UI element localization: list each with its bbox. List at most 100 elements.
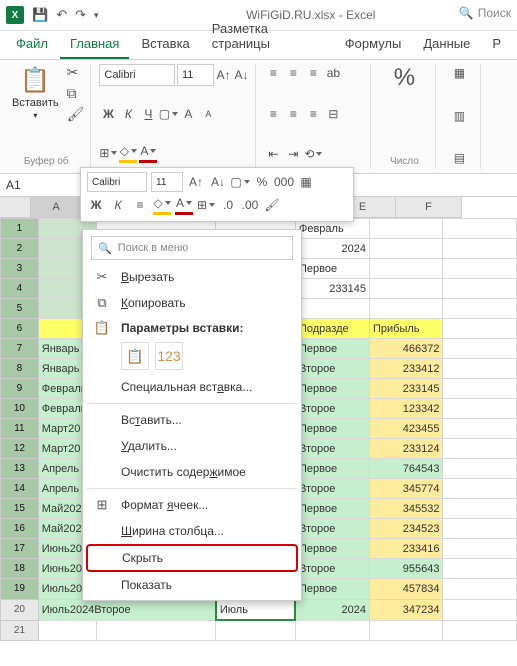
underline-button[interactable]: Ч	[139, 105, 157, 123]
cell[interactable]: Первое	[295, 499, 369, 519]
copy-icon[interactable]: ⧉	[67, 85, 85, 102]
mini-percent-icon[interactable]: %	[253, 173, 271, 191]
font-size-select[interactable]: 11	[177, 64, 214, 86]
decrease-font-icon[interactable]: A↓	[233, 66, 249, 84]
indent-dec-icon[interactable]: ⇤	[264, 145, 282, 163]
cell[interactable]: Первое	[295, 539, 369, 559]
cell[interactable]	[443, 539, 517, 559]
cell[interactable]: Второе	[295, 399, 369, 419]
select-all-corner[interactable]	[0, 197, 31, 218]
cell[interactable]: 233412	[369, 359, 442, 379]
cell[interactable]	[443, 459, 517, 479]
cell[interactable]	[443, 339, 517, 359]
mini-font-size[interactable]: 11	[151, 172, 183, 192]
italic-button[interactable]: К	[119, 105, 137, 123]
mini-border[interactable]: ⊞	[197, 196, 215, 214]
cell[interactable]: 423455	[369, 419, 442, 439]
mini-dec-decimal[interactable]: .0	[219, 196, 237, 214]
cell[interactable]: 955643	[369, 559, 442, 579]
cell[interactable]: 233145	[369, 379, 442, 399]
align-right-icon[interactable]: ≡	[304, 105, 322, 123]
mini-fill-color[interactable]: ◇	[153, 194, 171, 215]
align-left-icon[interactable]: ≡	[264, 105, 282, 123]
row-header[interactable]: 14	[1, 479, 39, 499]
row-header[interactable]: 2	[1, 239, 39, 259]
format-painter-icon[interactable]: 🖌	[67, 106, 85, 123]
paste-button[interactable]: 📋 Вставить ▾	[8, 64, 63, 123]
namebox[interactable]: A1	[0, 176, 83, 194]
mini-font-name[interactable]: Calibri	[87, 172, 147, 192]
cell[interactable]: Первое	[295, 339, 369, 359]
cell[interactable]: Первое	[295, 579, 369, 600]
mini-font-color[interactable]: A	[175, 194, 193, 215]
ctx-hide[interactable]: Скрыть	[86, 544, 298, 572]
row-header[interactable]: 13	[1, 459, 39, 479]
ctx-column-width[interactable]: Ширина столбца...	[83, 518, 301, 544]
align-top-icon[interactable]: ≡	[264, 64, 282, 82]
cell[interactable]: Второе	[295, 439, 369, 459]
cell[interactable]: Первое	[295, 459, 369, 479]
menu-formulas[interactable]: Формулы	[335, 30, 412, 59]
cell[interactable]: 123342	[369, 399, 442, 419]
cell-style-icon[interactable]: ▤	[450, 149, 468, 167]
cell[interactable]: Первое	[295, 419, 369, 439]
cell[interactable]: 457834	[369, 579, 442, 600]
cut-icon[interactable]: ✂	[67, 64, 85, 81]
row-header[interactable]: 3	[1, 259, 39, 279]
table-style-icon[interactable]: ▥	[450, 107, 468, 125]
row-header[interactable]: 8	[1, 359, 39, 379]
qat-dropdown[interactable]: ▾	[94, 10, 99, 21]
row-header[interactable]: 10	[1, 399, 39, 419]
font-name-select[interactable]: Calibri	[99, 64, 175, 86]
menu-home[interactable]: Главная	[60, 30, 129, 59]
cell[interactable]: Второе	[295, 519, 369, 539]
align-middle-icon[interactable]: ≡	[284, 64, 302, 82]
fill-color-button[interactable]: ◇	[119, 142, 137, 163]
menu-file[interactable]: Файл	[6, 30, 58, 59]
row-header[interactable]: 11	[1, 419, 39, 439]
cell[interactable]	[443, 399, 517, 419]
row-header[interactable]: 21	[1, 620, 39, 641]
mini-cond-icon[interactable]: ▦	[297, 173, 315, 191]
row-header[interactable]: 20	[1, 599, 39, 620]
ctx-paste-special[interactable]: Специальная вставка...	[83, 374, 301, 400]
mini-painter-icon[interactable]: 🖌	[263, 196, 281, 214]
row-header[interactable]: 9	[1, 379, 39, 399]
cell[interactable]	[443, 419, 517, 439]
indent-inc-icon[interactable]: ⇥	[284, 145, 302, 163]
save-icon[interactable]: 💾	[32, 7, 48, 23]
cell[interactable]	[443, 359, 517, 379]
cell[interactable]: 233124	[369, 439, 442, 459]
cell[interactable]	[443, 439, 517, 459]
ctx-delete[interactable]: Удалить...	[83, 433, 301, 459]
cell[interactable]: Первое	[295, 379, 369, 399]
ctx-clear[interactable]: Очистить содержимое	[83, 459, 301, 485]
cell[interactable]: 234523	[369, 519, 442, 539]
cell[interactable]: 764543	[369, 459, 442, 479]
row-header[interactable]: 7	[1, 339, 39, 359]
bold-button[interactable]: Ж	[99, 105, 117, 123]
redo-icon[interactable]: ↷	[75, 7, 86, 23]
border-button[interactable]: ▢	[159, 105, 177, 123]
search-box[interactable]: 🔍 Поиск	[459, 6, 511, 20]
menu-insert[interactable]: Вставка	[131, 30, 199, 59]
col-header-A[interactable]: A	[31, 197, 82, 218]
row-header[interactable]: 6	[1, 319, 39, 339]
align-bottom-icon[interactable]: ≡	[304, 64, 322, 82]
cell[interactable]	[443, 379, 517, 399]
cell[interactable]	[443, 559, 517, 579]
orientation-icon[interactable]: ⟲	[304, 145, 322, 163]
mini-align-icon[interactable]: ≡	[131, 196, 149, 214]
borders-button[interactable]: ⊞	[99, 144, 117, 162]
cell[interactable]: Второе	[295, 359, 369, 379]
row-header[interactable]: 16	[1, 519, 39, 539]
ctx-show[interactable]: Показать	[83, 572, 301, 598]
ctx-copy[interactable]: ⧉Копировать	[83, 290, 301, 316]
row-header[interactable]: 15	[1, 499, 39, 519]
cell[interactable]	[443, 499, 517, 519]
cell[interactable]: 466372	[369, 339, 442, 359]
mini-inc-decimal[interactable]: .00	[241, 196, 259, 214]
ctx-insert[interactable]: Вставить...	[83, 407, 301, 433]
mini-inc-font-icon[interactable]: A↑	[187, 173, 205, 191]
merge-icon[interactable]: ⊟	[324, 105, 342, 123]
